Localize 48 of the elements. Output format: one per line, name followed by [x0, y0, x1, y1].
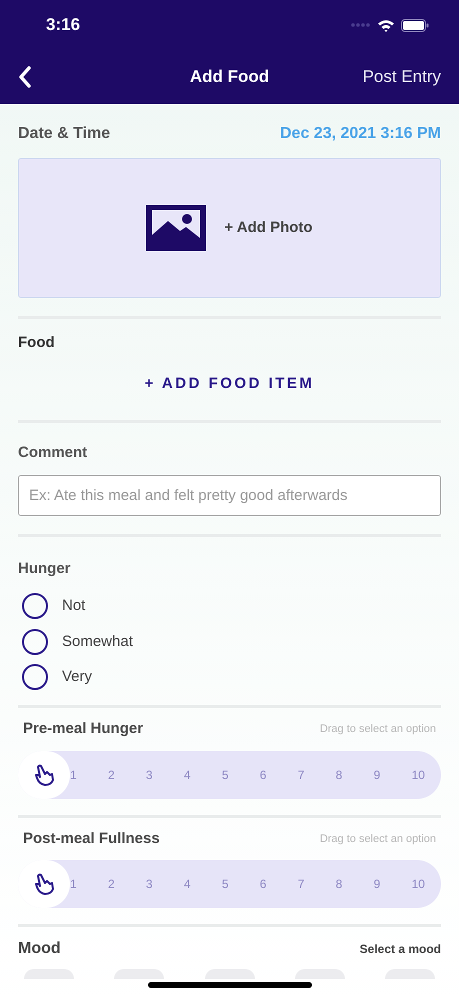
scale-number: 8 — [336, 766, 342, 784]
pointing-hand-icon — [33, 872, 55, 896]
scale-number: 6 — [260, 766, 266, 784]
add-photo-button[interactable]: + Add Photo — [18, 158, 441, 298]
scale-number: 10 — [412, 766, 425, 784]
scale-number: 1 — [70, 876, 77, 893]
scale-number: 5 — [222, 766, 228, 784]
battery-icon — [401, 18, 429, 32]
scale-number: 4 — [184, 766, 191, 784]
section-label: Comment — [18, 444, 88, 460]
scale-number: 1 — [70, 766, 77, 784]
scale-number: 3 — [146, 766, 153, 784]
comment-field[interactable]: Ex: Ate this meal and felt pretty good afterwards — [18, 474, 441, 516]
pointing-hand-icon — [33, 762, 55, 786]
slider-thumb[interactable] — [18, 860, 70, 908]
scale-number: 4 — [184, 876, 191, 893]
post-entry-button[interactable]: Post Entry — [362, 64, 441, 90]
section-label: Hunger — [18, 560, 70, 576]
scale-number: 3 — [146, 876, 153, 893]
screen-title: Add Food — [190, 66, 270, 88]
scale-number: 2 — [108, 766, 115, 784]
scale-number: 5 — [222, 876, 228, 893]
scale-number: 7 — [298, 766, 304, 784]
back-icon — [18, 66, 32, 88]
section-label: Date & Time — [18, 124, 110, 144]
radio-option[interactable]: Not — [18, 588, 441, 624]
scale-hint: Drag to select an option — [320, 832, 436, 846]
radio-option[interactable]: Somewhat — [18, 624, 441, 660]
scale-number: 8 — [336, 876, 342, 893]
status-time: 3:16 — [46, 14, 80, 36]
scale-number: 9 — [374, 876, 380, 893]
add-food-item-button[interactable]: + ADD FOOD ITEM — [144, 373, 314, 396]
scale-label: Pre-meal Hunger — [23, 719, 144, 739]
scale-label: Post-meal Fullness — [23, 828, 160, 848]
scale-number: 2 — [108, 876, 115, 893]
slider-thumb[interactable] — [18, 750, 70, 798]
signal-icon — [351, 23, 371, 27]
image-icon — [146, 205, 206, 251]
scale-hint: Drag to select an option — [320, 722, 436, 737]
section-label: Food — [18, 334, 55, 351]
scale-number: 7 — [298, 876, 304, 893]
radio-option[interactable]: Very — [18, 660, 441, 695]
scale-number: 10 — [412, 876, 425, 893]
scale-number: 6 — [260, 876, 266, 893]
section-label: Mood — [18, 939, 61, 959]
scale-number: 9 — [374, 766, 380, 784]
wifi-icon — [377, 18, 395, 32]
mood-hint: Select a mood — [360, 941, 441, 958]
